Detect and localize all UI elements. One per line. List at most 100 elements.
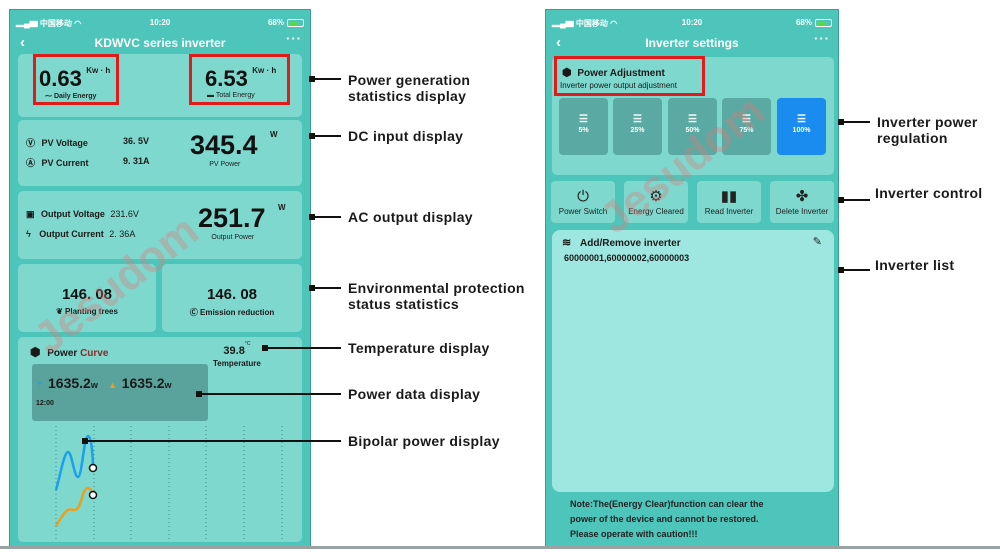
pv-power-unit: W <box>270 130 278 139</box>
more-icon[interactable]: ··· <box>286 31 302 46</box>
power-data-panel: ⇡ 1635.2w ▲ 1635.2w 12:00 <box>32 364 208 421</box>
power-option-100[interactable]: ☰ 100% <box>777 98 826 155</box>
battery-percent: 68% <box>267 18 284 27</box>
note-line: Note:The(Energy Clear)function can clear… <box>570 499 764 509</box>
sliders-icon: ☰ <box>579 114 588 125</box>
read-inverter-button[interactable]: ▮▮ Read Inverter <box>697 181 761 223</box>
power-b-value: 1635.2 <box>121 375 165 391</box>
energy-cleared-button[interactable]: ⚙ Energy Cleared <box>624 181 688 223</box>
annotation-environment: Environmental protection status statistic… <box>348 280 525 312</box>
current-icon: Ⓐ <box>26 158 36 168</box>
power-option-75[interactable]: ☰ 75% <box>722 98 771 155</box>
output-voltage-row: ▣ Output Voltage 231.6V <box>26 209 139 220</box>
pv-current-value: 9. 31A <box>123 156 150 166</box>
battery-indicator: 68% <box>796 18 832 27</box>
output-current-value: 2. 36A <box>109 229 136 239</box>
note-line: Please operate with caution!!! <box>570 529 698 539</box>
highlight-power-adjustment <box>554 56 705 96</box>
power-option-label: 25% <box>630 127 645 134</box>
sliders-icon: ☰ <box>688 114 697 125</box>
emission-label: Emission reduction <box>200 308 275 317</box>
more-icon[interactable]: ··· <box>814 31 830 46</box>
pv-power-label: PV Power <box>209 161 241 168</box>
annotation-temperature: Temperature display <box>348 340 490 356</box>
inverter-list-title-text: Add/Remove inverter <box>580 238 681 249</box>
inverter-list-title: ≋ Add/Remove inverter <box>562 236 681 249</box>
edit-icon[interactable]: ✎ <box>813 235 822 248</box>
nav-bar: ‹ KDWVC series inverter ··· <box>10 31 310 52</box>
status-bar: ▂▄▆ 中国移动 ◠ 10:20 68% <box>10 10 310 34</box>
inverter-list-card: ≋ Add/Remove inverter ✎ 60000001,6000000… <box>552 230 834 492</box>
divider <box>0 546 1000 549</box>
leader-line <box>840 121 870 123</box>
power-curve-title-2: Curve <box>80 348 109 359</box>
output-voltage-label: Output Voltage <box>41 209 105 219</box>
control-label: Read Inverter <box>704 207 754 216</box>
power-switch-button[interactable]: ⏻ Power Switch <box>551 181 615 223</box>
battery-icon <box>815 18 832 27</box>
clover-icon: ✤ <box>795 188 809 205</box>
page-title: Inverter settings <box>645 36 739 50</box>
annotation-bipolar: Bipolar power display <box>348 433 500 449</box>
battery-icon <box>287 18 304 27</box>
leaf-icon: ❦ <box>56 307 66 316</box>
clock: 10:20 <box>681 18 703 27</box>
annotation-text: Power generation <box>348 72 471 88</box>
annotation-ac-output: AC output display <box>348 209 473 225</box>
leader-line <box>264 347 341 349</box>
series-b-line <box>54 486 95 527</box>
control-label: Power Switch <box>558 207 608 216</box>
power-option-label: 75% <box>739 127 754 134</box>
power-option-25[interactable]: ☰ 25% <box>613 98 662 155</box>
annotation-power-generation: Power generation statistics display <box>348 72 470 104</box>
output-power-value: 251.7 <box>198 203 266 233</box>
arrow-up-icon: ⇡ <box>36 380 44 390</box>
power-a-value: 1635.2 <box>48 375 91 391</box>
battery-indicator: 68% <box>268 18 304 27</box>
book-icon: ▮▮ <box>720 188 738 205</box>
annotation-list: Inverter list <box>875 257 955 273</box>
leader-line <box>198 393 341 395</box>
power-option-50[interactable]: ☰ 50% <box>668 98 717 155</box>
trees-value: 146. 08 <box>61 286 113 303</box>
sliders-icon: ☰ <box>742 114 751 125</box>
power-b-unit: w <box>164 380 172 390</box>
pv-power-value: 345.4 <box>190 130 258 160</box>
triangle-icon: ▲ <box>108 380 118 390</box>
series-a-line <box>54 434 95 491</box>
pv-current-row: Ⓐ PV Current 9. 31A <box>26 156 150 169</box>
power-option-5[interactable]: ☰ 5% <box>559 98 608 155</box>
annotation-dc-input: DC input display <box>348 128 464 144</box>
power-a-unit: w <box>90 380 98 390</box>
cube-icon: ⬢ <box>30 345 41 359</box>
delete-inverter-button[interactable]: ✤ Delete Inverter <box>770 181 834 223</box>
pv-voltage-value: 36. 5V <box>123 136 150 146</box>
temperature: 39.8°C Temperature <box>213 341 261 368</box>
dc-input-card: Ⓥ PV Voltage 36. 5V Ⓐ PV Current 9. 31A … <box>18 120 302 186</box>
annotation-power-regulation: Inverter power regulation <box>877 114 978 146</box>
layers-icon: ≋ <box>562 237 572 249</box>
carbon-icon: Ⓒ <box>189 308 200 317</box>
sliders-icon: ☰ <box>633 114 642 125</box>
leader-line <box>840 269 870 271</box>
trees-label: Planting trees <box>65 307 118 316</box>
lightning-icon: ϟ <box>26 229 31 239</box>
status-bar: ▂▄▆ 中国移动 ◠ 10:20 68% <box>546 10 838 34</box>
inverter-dashboard-screen: ▂▄▆ 中国移动 ◠ 10:20 68% ‹ KDWVC series inve… <box>9 9 311 549</box>
nav-bar: ‹ Inverter settings ··· <box>546 31 838 52</box>
highlight-daily-energy <box>33 54 119 105</box>
output-power-unit: W <box>278 203 286 212</box>
annotation-text: Environmental protection <box>348 280 525 296</box>
output-power-label: Output Power <box>211 234 255 241</box>
ac-output-card: ▣ Output Voltage 231.6V ϟ Output Current… <box>18 191 302 259</box>
emission-reduction-card: 146. 08 Ⓒ Emission reduction <box>162 264 302 332</box>
pv-power: 345.4 W PV Power <box>190 130 278 168</box>
pv-current-label: PV Current <box>41 158 89 168</box>
chart-gridlines <box>55 426 283 540</box>
power-data-time: 12:00 <box>36 400 54 407</box>
temperature-label: Temperature <box>213 359 261 368</box>
sliders-icon: ☰ <box>797 114 806 125</box>
power-curve-title: ⬢ Power Curve <box>30 345 108 359</box>
inverter-settings-screen: ▂▄▆ 中国移动 ◠ 10:20 68% ‹ Inverter settings… <box>545 9 839 547</box>
power-option-label: 50% <box>685 127 700 134</box>
